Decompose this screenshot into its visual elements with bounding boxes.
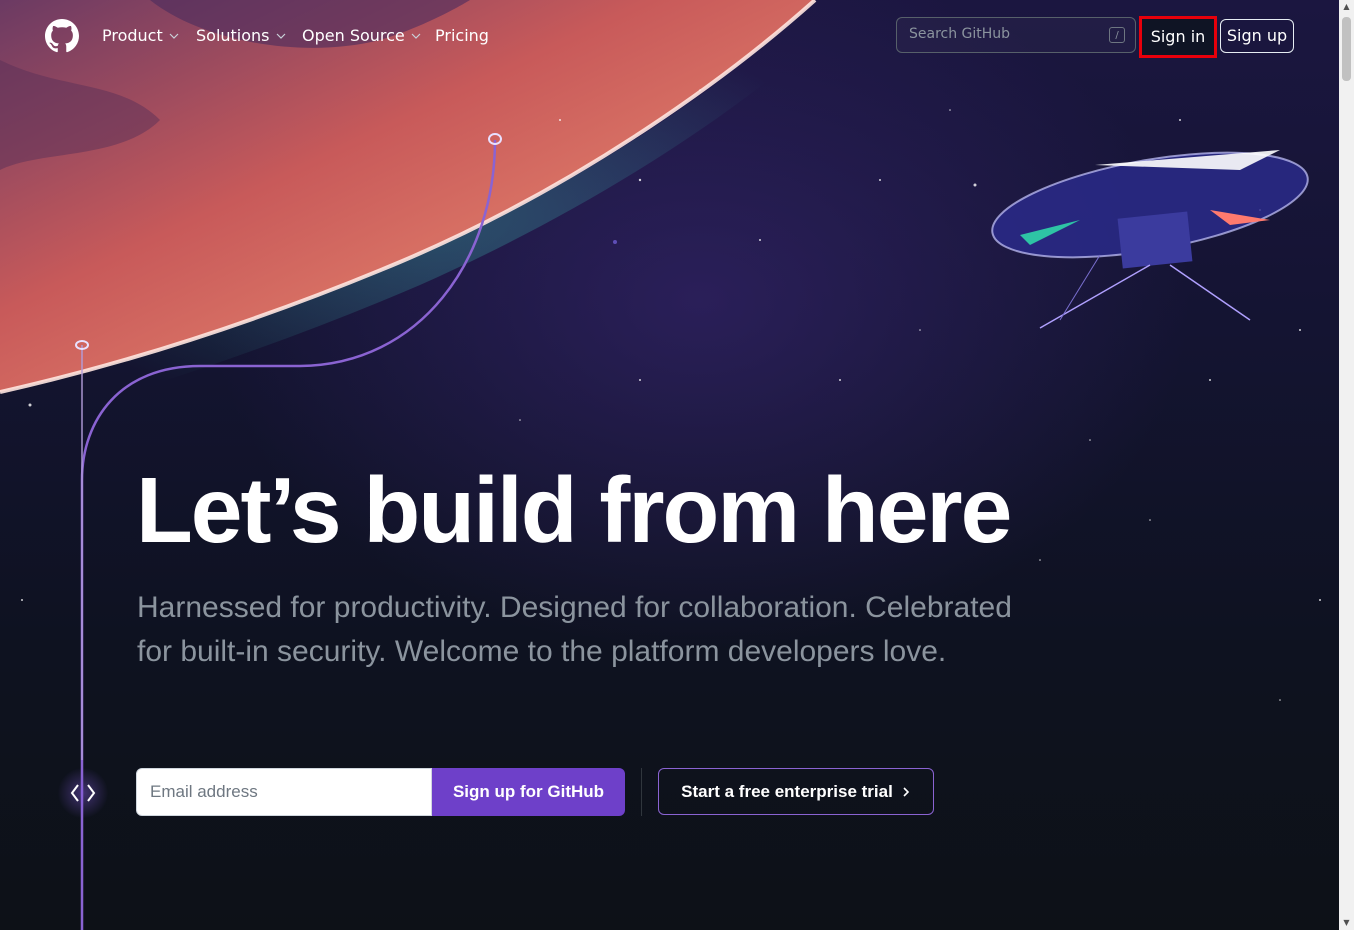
chevron-down-icon (411, 33, 421, 39)
scrollbar-thumb[interactable] (1342, 17, 1351, 81)
sign-up-for-github-button[interactable]: Sign up for GitHub (432, 768, 625, 816)
nav-pricing-label: Pricing (435, 26, 489, 45)
nav-product-label: Product (102, 26, 163, 45)
nav-pricing[interactable]: Pricing (435, 24, 489, 48)
github-mark-icon[interactable] (45, 19, 79, 53)
chevron-down-icon (276, 33, 285, 39)
nav-open-source-label: Open Source (302, 26, 405, 45)
scroll-down-arrow[interactable]: ▼ (1339, 916, 1354, 930)
code-badge (58, 768, 108, 818)
scroll-up-arrow[interactable]: ▲ (1339, 0, 1354, 14)
hero-subtitle: Harnessed for productivity. Designed for… (137, 591, 1012, 668)
chevron-down-icon (169, 33, 179, 39)
enterprise-trial-label: Start a free enterprise trial (681, 782, 893, 801)
nav-open-source[interactable]: Open Source (302, 24, 421, 48)
search-placeholder: Search GitHub (909, 26, 1011, 42)
site-header: Product Solutions Open Source Pricing Se… (0, 0, 1339, 72)
enterprise-trial-button[interactable]: Start a free enterprise trial (658, 768, 934, 815)
search-shortcut-key: / (1109, 27, 1125, 43)
hero-title: Let’s build from here (136, 458, 1012, 562)
helicopter-illustration (991, 150, 1309, 329)
page-scrollbar[interactable]: ▲ ▼ (1339, 0, 1354, 930)
chevron-right-icon (903, 786, 909, 797)
search-input[interactable]: Search GitHub / (896, 17, 1136, 53)
email-field[interactable] (136, 768, 432, 816)
nav-product[interactable]: Product (102, 24, 179, 48)
nav-solutions-label: Solutions (196, 26, 270, 45)
sign-in-button[interactable]: Sign in (1139, 16, 1217, 58)
cta-divider (641, 768, 642, 816)
sign-up-button[interactable]: Sign up (1220, 19, 1294, 53)
nav-solutions[interactable]: Solutions (196, 24, 286, 48)
code-icon (70, 784, 96, 802)
